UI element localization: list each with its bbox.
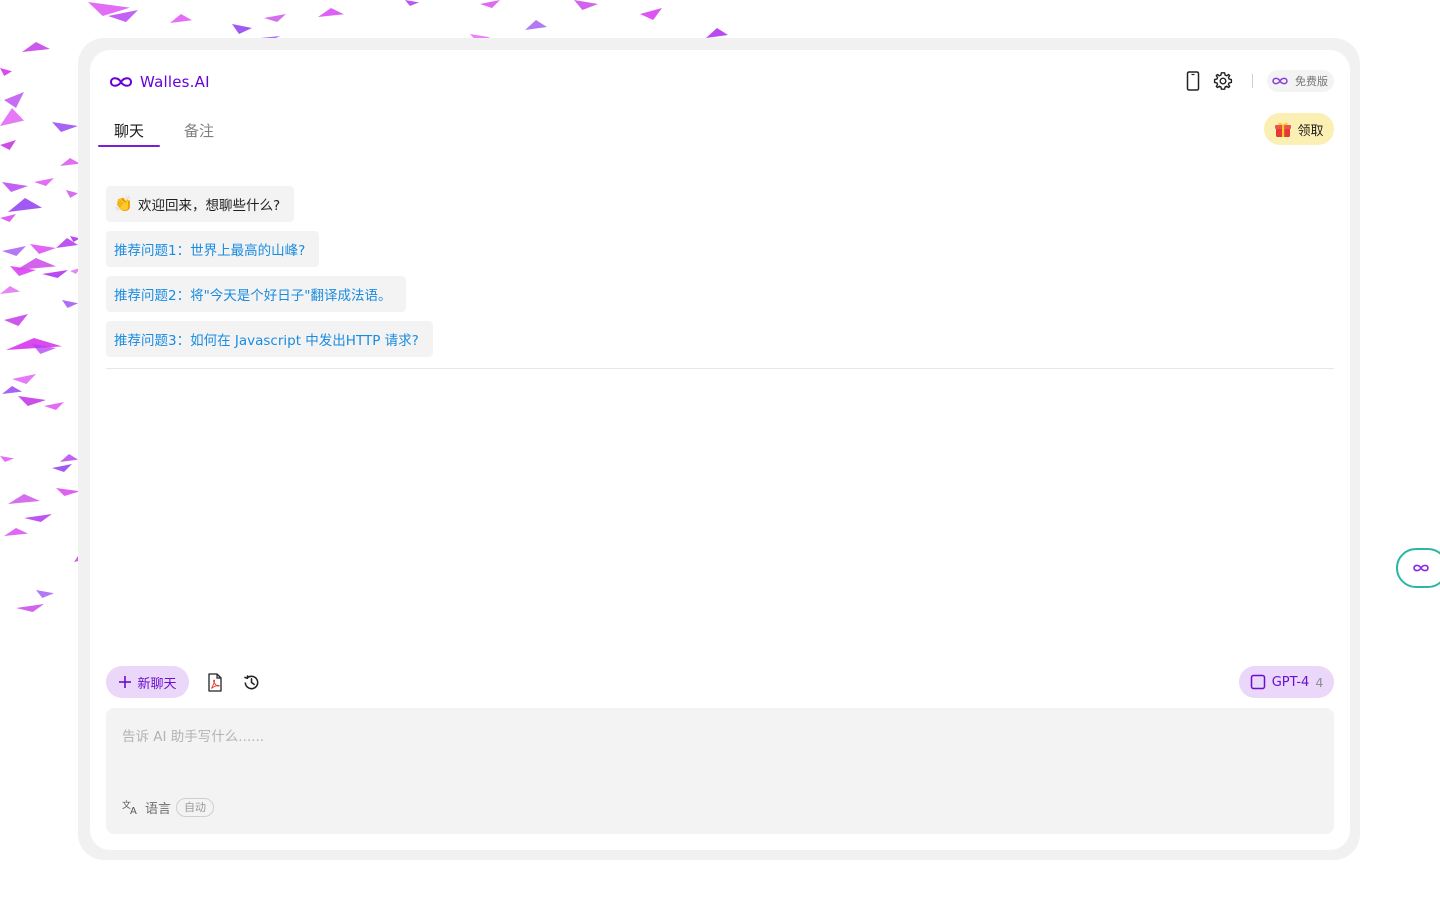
model-name: GPT-4 [1271,674,1310,690]
decor-triangle [405,0,419,6]
translate-icon: 文 A [122,799,137,815]
decor-triangle [24,514,52,522]
claim-reward-label: 领取 [1297,123,1324,139]
decor-triangle [170,14,192,23]
floating-assistant-button[interactable] [1396,548,1440,588]
model-selector[interactable]: GPT-4 4 [1239,666,1334,698]
history-icon[interactable] [238,669,264,695]
decor-triangle [232,24,252,34]
decor-triangle [18,396,46,406]
decor-triangle [60,454,78,462]
svg-text:A: A [130,806,137,815]
checkbox-icon [1250,674,1265,690]
decor-triangle [0,286,20,294]
tab-notes[interactable]: 备注 [168,114,230,146]
decor-triangle [12,374,36,384]
decor-triangle [318,8,344,17]
decor-triangle [0,140,16,150]
new-chat-button[interactable]: 新聊天 [106,666,189,698]
tab-chat-label: 聊天 [114,121,145,140]
greeting-message: 👏 欢迎回来，想聊些什么? [106,186,295,222]
infinity-icon [109,77,133,87]
messages-divider [106,368,1334,369]
decor-triangle [640,8,662,20]
decor-triangle [2,182,28,192]
plan-badge[interactable]: 免费版 [1267,70,1334,92]
language-value-chip[interactable]: 自动 [176,797,215,817]
infinity-icon [1272,77,1288,85]
decor-triangle [30,244,56,254]
prompt-input[interactable] [106,708,1334,788]
decor-triangle [62,300,78,308]
decor-triangle [52,122,78,132]
clapping-hands-icon: 👏 [114,195,133,213]
decor-triangle [56,488,80,496]
decor-triangle [2,246,26,256]
decor-triangle [52,464,72,472]
decor-triangle [0,68,12,76]
greeting-text: 欢迎回来，想聊些什么? [138,198,281,214]
decor-triangle [60,158,80,166]
model-usage-count: 4 [1315,674,1324,690]
phone-icon[interactable] [1180,68,1206,94]
decor-triangle [2,386,22,394]
language-label: 语言 [145,801,172,817]
decor-triangle [4,314,28,326]
decor-triangle [42,270,68,278]
gear-icon[interactable] [1210,68,1236,94]
decor-triangle [0,214,16,222]
decor-triangle [0,456,14,462]
decor-triangle [264,14,286,22]
decor-triangle [36,590,54,598]
tab-chat[interactable]: 聊天 [98,114,161,147]
decor-triangle [480,0,500,8]
plan-label: 免费版 [1295,75,1328,88]
tab-notes-label: 备注 [184,121,215,140]
decor-triangle [8,494,40,504]
brand-name: Walles.AI [140,73,210,91]
pdf-icon[interactable] [202,669,228,695]
suggested-question-2[interactable]: 推荐问题2：将"今天是个好日子"翻译成法语。 [106,276,406,312]
suggested-question-text: 推荐问题1：世界上最高的山峰? [114,243,306,259]
decor-triangle [8,198,42,212]
decor-triangle [22,42,50,52]
header-divider [1252,74,1253,88]
new-chat-label: 新聊天 [137,676,177,692]
header-actions: 免费版 [1180,68,1334,94]
decor-triangle [525,20,547,30]
decor-triangle [4,92,24,108]
brand-logo[interactable]: Walles.AI [108,70,210,94]
assistant-panel: Walles.AI 免费版 聊天 备注 领取 👏 欢迎回来，想聊些什么? 推荐问… [90,50,1350,850]
decor-triangle [66,190,78,198]
suggested-question-text: 推荐问题2：将"今天是个好日子"翻译成法语。 [114,288,392,304]
decor-triangle [706,28,728,38]
decor-triangle [574,0,598,10]
decor-triangle [34,178,54,186]
decor-triangle [4,528,28,536]
suggested-question-1[interactable]: 推荐问题1：世界上最高的山峰? [106,231,320,267]
gift-icon [1275,122,1292,137]
suggested-question-3[interactable]: 推荐问题3：如何在 Javascript 中发出HTTP 请求? [106,321,433,357]
decor-triangle [16,604,44,612]
language-selector[interactable]: 文 A 语言 自动 [122,796,215,818]
decor-triangle [0,108,24,126]
tab-bar: 聊天 备注 [98,114,238,147]
chat-messages: 👏 欢迎回来，想聊些什么? 推荐问题1：世界上最高的山峰? 推荐问题2：将"今天… [106,186,1334,366]
claim-reward-button[interactable]: 领取 [1264,113,1334,145]
infinity-icon [1413,564,1429,572]
decor-triangle [44,402,64,410]
plus-icon [119,676,132,688]
chat-toolbar: 新聊天 GPT-4 4 [106,666,1334,698]
composer: 文 A 语言 自动 [106,708,1334,834]
suggested-question-text: 推荐问题3：如何在 Javascript 中发出HTTP 请求? [114,333,419,349]
